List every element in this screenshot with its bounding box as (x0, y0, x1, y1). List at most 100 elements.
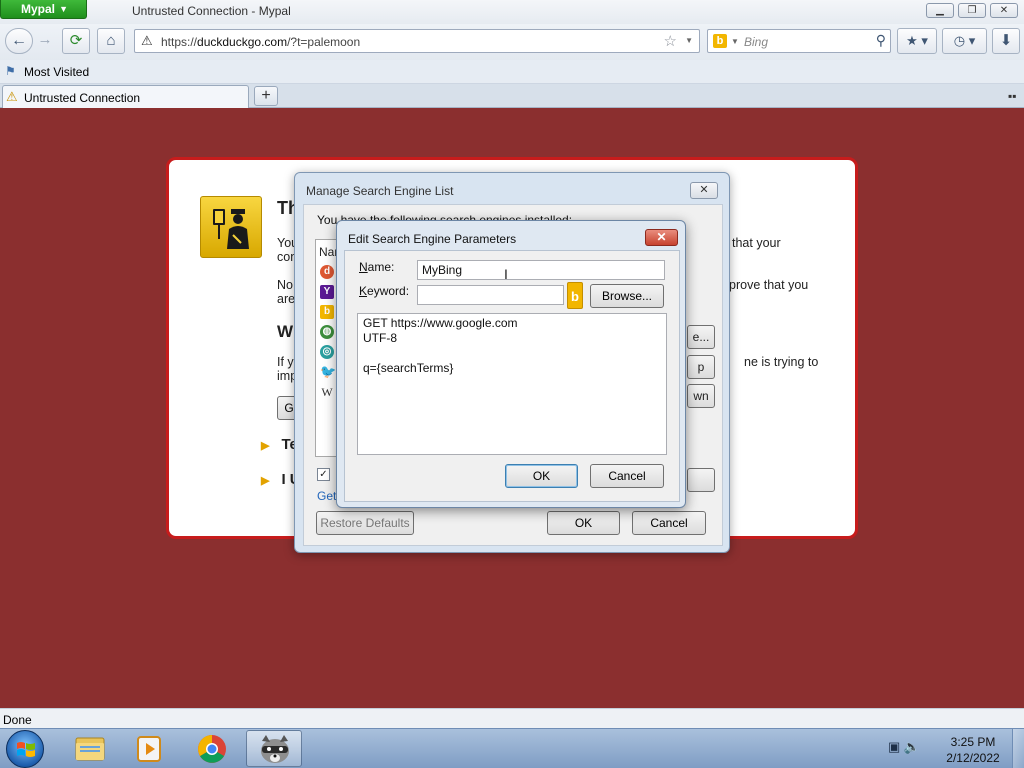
remove-engine-button[interactable] (687, 468, 715, 492)
taskbar-mypal[interactable] (246, 730, 302, 767)
raccoon-icon (261, 735, 289, 763)
technical-details-expander[interactable]: ▶ Te (261, 436, 298, 453)
volume-icon[interactable]: 🔈 (904, 739, 920, 754)
chrome-icon (198, 735, 226, 763)
error-text-line: are (277, 292, 296, 306)
bing-icon[interactable]: b (567, 282, 583, 309)
edit-engine-button[interactable]: e... (687, 325, 715, 349)
reload-icon: ⟳ (69, 32, 83, 49)
suggestions-checkbox[interactable]: ✓ (317, 468, 330, 481)
error-text-line: If y (277, 355, 294, 369)
reload-button[interactable]: ⟳ (62, 28, 90, 54)
error-text-line: that your (732, 236, 781, 250)
url-bar[interactable]: ⚠ https://duckduckgo.com/?t=palemoon ☆ ▼ (134, 29, 700, 53)
url-text[interactable]: https://duckduckgo.com/?t=palemoon (161, 35, 360, 49)
home-icon: ⌂ (106, 32, 116, 49)
clock-time[interactable]: 3:25 PM (945, 735, 1001, 749)
plus-icon: + (261, 87, 271, 104)
twitter-icon: 🐦 (320, 364, 337, 379)
back-button[interactable]: ← (5, 28, 33, 54)
close-dialog-button[interactable]: ✕ (645, 229, 678, 246)
startpage-icon: ◎ (320, 345, 334, 359)
bing-icon: b (320, 305, 334, 319)
title-bar: Mypal ▼ Untrusted Connection - Mypal ▁ ❐… (0, 0, 1024, 24)
downloads-button[interactable]: ⬇ (992, 28, 1020, 54)
bing-icon[interactable]: b (713, 34, 727, 48)
status-bar: Done (0, 708, 1024, 728)
yahoo-icon: Y (320, 285, 334, 299)
close-icon: ✕ (699, 184, 709, 196)
tab-untrusted-connection[interactable]: ⚠ Untrusted Connection (2, 85, 249, 108)
arrow-left-icon: ← (11, 32, 27, 49)
error-text-line: No (277, 278, 293, 292)
dialog-title: Edit Search Engine Parameters (348, 232, 517, 246)
clock-date[interactable]: 2/12/2022 (945, 751, 1001, 765)
name-field[interactable]: MyBing (417, 260, 665, 280)
restore-defaults-button[interactable]: Restore Defaults (316, 511, 414, 535)
app-menu-button[interactable]: Mypal ▼ (0, 0, 87, 19)
query-textarea[interactable]: GET https://www.google.com UTF-8 q={sear… (357, 313, 667, 455)
tab-groups-icon[interactable]: ▪▪ (1008, 89, 1017, 103)
folder-icon (75, 737, 105, 761)
triangle-right-icon: ▶ (261, 475, 270, 487)
folder-icon: ⚑ (5, 64, 16, 78)
name-label: Name: (359, 260, 394, 274)
warning-icon: ⚠ (141, 33, 153, 48)
app-menu-label: Mypal (21, 2, 56, 16)
new-tab-button[interactable]: + (254, 86, 278, 106)
get-more-engines-link[interactable]: Get (317, 489, 336, 503)
forward-button[interactable]: → (34, 28, 56, 54)
close-window-button[interactable]: ✕ (990, 3, 1018, 18)
browse-button[interactable]: Browse... (590, 284, 664, 308)
tab-bar: ⚠ Untrusted Connection + ▪▪ (0, 84, 1024, 108)
move-down-button[interactable]: wn (687, 384, 715, 408)
chevron-down-icon[interactable]: ▼ (685, 36, 693, 45)
manage-cancel-button[interactable]: Cancel (632, 511, 706, 535)
bookmarks-icon: ★ ▾ (906, 33, 928, 48)
text-cursor-icon: I (504, 266, 508, 282)
edit-cancel-button[interactable]: Cancel (590, 464, 664, 488)
window-title: Untrusted Connection - Mypal (132, 4, 291, 18)
wikipedia-icon: W (321, 385, 333, 399)
start-button[interactable] (6, 730, 44, 768)
download-icon: ⬇ (999, 32, 1013, 49)
bookmarks-toolbar: ⚑ Most Visited (0, 60, 1024, 84)
move-up-button[interactable]: p (687, 355, 715, 379)
taskbar-explorer[interactable] (62, 730, 118, 767)
network-icon[interactable]: ▣ (888, 739, 900, 754)
search-bar[interactable]: b ▼ Bing ⚲ (707, 29, 891, 53)
close-icon: ✕ (656, 230, 667, 244)
warning-icon: ⚠ (6, 89, 18, 104)
keyword-field[interactable] (417, 285, 564, 305)
bookmarks-button[interactable]: ★ ▾ (897, 28, 937, 54)
mnemonic: K (359, 284, 368, 298)
taskbar-chrome[interactable] (184, 730, 240, 767)
navigation-toolbar: ← → ⟳ ⌂ ⚠ https://duckduckgo.com/?t=pale… (0, 24, 1024, 60)
restore-button[interactable]: ❐ (958, 3, 986, 18)
taskbar: ▣ 🔈 3:25 PM 2/12/2022 (0, 728, 1024, 768)
tray-icons[interactable]: ▣ 🔈 (888, 739, 920, 755)
chevron-down-icon[interactable]: ▼ (731, 37, 739, 46)
police-officer-icon (200, 196, 262, 258)
search-input[interactable]: Bing (744, 35, 768, 49)
clock-icon: ◷ ▾ (953, 33, 976, 48)
close-dialog-button[interactable]: ✕ (690, 182, 718, 199)
bookmark-star-icon[interactable]: ☆ (664, 32, 677, 50)
label-text: ame: (367, 260, 395, 274)
taskbar-media-player[interactable] (122, 730, 178, 767)
dialog-body: Name: MyBing I Keyword: b Browse... GET … (344, 250, 680, 502)
tab-label: Untrusted Connection (24, 91, 141, 105)
label-text: eyword: (367, 284, 410, 298)
bookmark-most-visited[interactable]: Most Visited (24, 65, 89, 79)
minimize-button[interactable]: ▁ (926, 3, 954, 18)
manage-ok-button[interactable]: OK (547, 511, 620, 535)
show-desktop-button[interactable] (1012, 729, 1024, 768)
home-button[interactable]: ⌂ (97, 28, 125, 54)
url-path: /?t=palemoon (287, 35, 361, 49)
url-host: duckduckgo.com (197, 35, 288, 49)
search-icon[interactable]: ⚲ (876, 32, 886, 49)
error-text-line: prove that you (729, 278, 809, 292)
media-player-icon (137, 736, 161, 762)
history-button[interactable]: ◷ ▾ (942, 28, 987, 54)
edit-ok-button[interactable]: OK (505, 464, 578, 488)
